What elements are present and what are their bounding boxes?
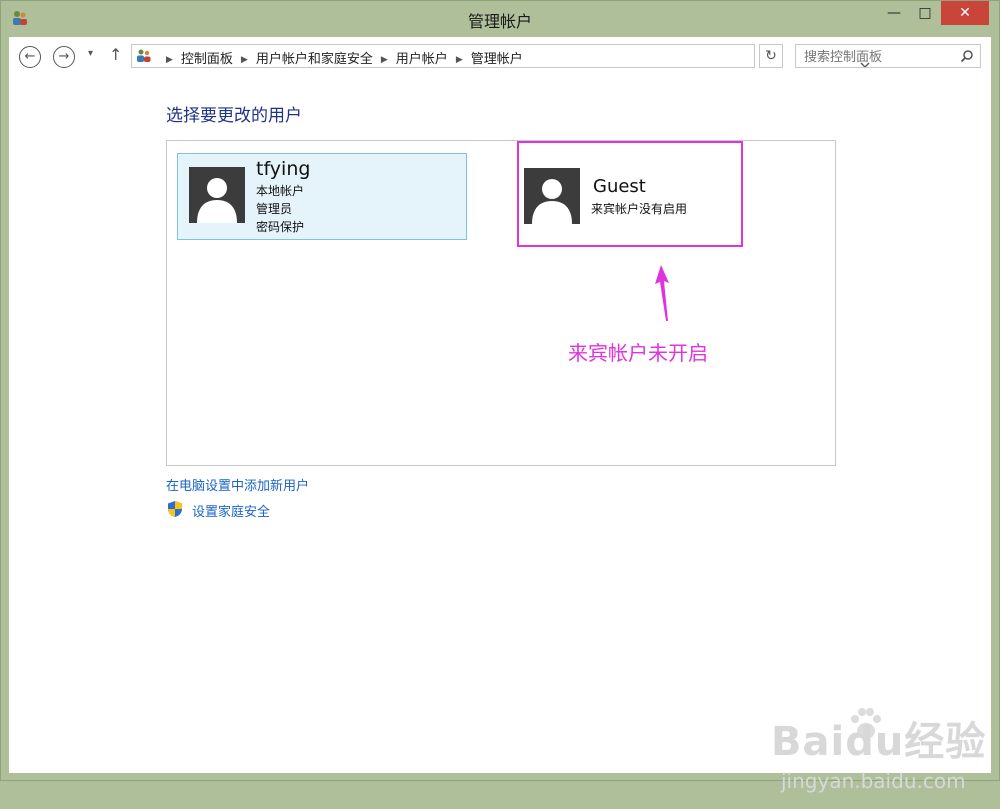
control-panel-icon (136, 48, 152, 64)
window: 管理帐户 — □ ✕ ← → ▾ ↑ ▶ 控制面板 ▶ 用户帐户和家庭安全 ▶ … (0, 0, 1000, 793)
maximize-button[interactable]: □ (910, 1, 940, 25)
page-title: 选择要更改的用户 (166, 106, 302, 126)
recent-locations-icon[interactable]: ▾ (88, 48, 93, 59)
chevron-right-icon: ▶ (166, 55, 173, 65)
watermark: Baidu经验 jingyan.baidu.com (771, 708, 1000, 809)
minimize-button[interactable]: — (879, 1, 909, 25)
account-tile-tfying[interactable]: tfying 本地帐户 管理员 密码保护 (177, 153, 467, 240)
chevron-right-icon[interactable]: ▶ (241, 55, 248, 65)
breadcrumb-item[interactable]: 用户帐户 (396, 52, 448, 67)
chevron-right-icon[interactable]: ▶ (381, 55, 388, 65)
account-status: 来宾帐户没有启用 (591, 202, 688, 216)
close-button[interactable]: ✕ (941, 1, 989, 25)
account-type: 本地帐户 (256, 184, 305, 198)
add-user-link[interactable]: 在电脑设置中添加新用户 (166, 475, 309, 494)
account-role: 管理员 (256, 202, 293, 216)
watermark-url: jingyan.baidu.com (781, 769, 966, 793)
title-bar[interactable]: 管理帐户 — □ ✕ (1, 1, 999, 37)
account-name: Guest (593, 176, 646, 197)
account-details: 本地帐户 管理员 密码保护 (256, 182, 304, 236)
watermark-logo: Baidu经验 (771, 719, 987, 765)
forward-button[interactable]: → (53, 46, 75, 68)
breadcrumb-item[interactable]: 管理帐户 (471, 52, 523, 67)
address-bar[interactable]: ▶ 控制面板 ▶ 用户帐户和家庭安全 ▶ 用户帐户 ▶ 管理帐户 (131, 44, 870, 68)
user-avatar-icon (189, 167, 245, 223)
shield-icon (167, 500, 183, 522)
breadcrumb-item[interactable]: 控制面板 (181, 52, 233, 67)
search-box[interactable] (795, 44, 981, 68)
back-button[interactable]: ← (19, 46, 41, 68)
account-password-status: 密码保护 (256, 220, 305, 234)
refresh-button[interactable]: ↻ (759, 44, 783, 68)
search-input[interactable] (802, 47, 956, 67)
breadcrumb-item[interactable]: 用户帐户和家庭安全 (256, 52, 373, 67)
up-button[interactable]: ↑ (109, 45, 122, 64)
user-avatar-icon (524, 168, 580, 224)
annotation-label: 来宾帐户未开启 (568, 341, 708, 365)
family-safety-link[interactable]: 设置家庭安全 (192, 501, 270, 520)
window-title: 管理帐户 (467, 12, 532, 31)
account-name: tfying (256, 158, 311, 180)
chevron-right-icon[interactable]: ▶ (456, 55, 463, 65)
content-area: ← → ▾ ↑ ▶ 控制面板 ▶ 用户帐户和家庭安全 ▶ 用户帐户 ▶ 管理帐户 (9, 37, 991, 793)
accounts-panel: tfying 本地帐户 管理员 密码保护 Guest 来宾帐户没有启用 (166, 140, 836, 466)
search-icon[interactable] (960, 48, 974, 67)
account-tile-guest[interactable]: Guest 来宾帐户没有启用 (517, 141, 743, 247)
annotation-arrow-icon (649, 265, 673, 325)
breadcrumb: ▶ 控制面板 ▶ 用户帐户和家庭安全 ▶ 用户帐户 ▶ 管理帐户 (158, 48, 523, 67)
navigation-bar: ← → ▾ ↑ ▶ 控制面板 ▶ 用户帐户和家庭安全 ▶ 用户帐户 ▶ 管理帐户 (9, 37, 991, 75)
